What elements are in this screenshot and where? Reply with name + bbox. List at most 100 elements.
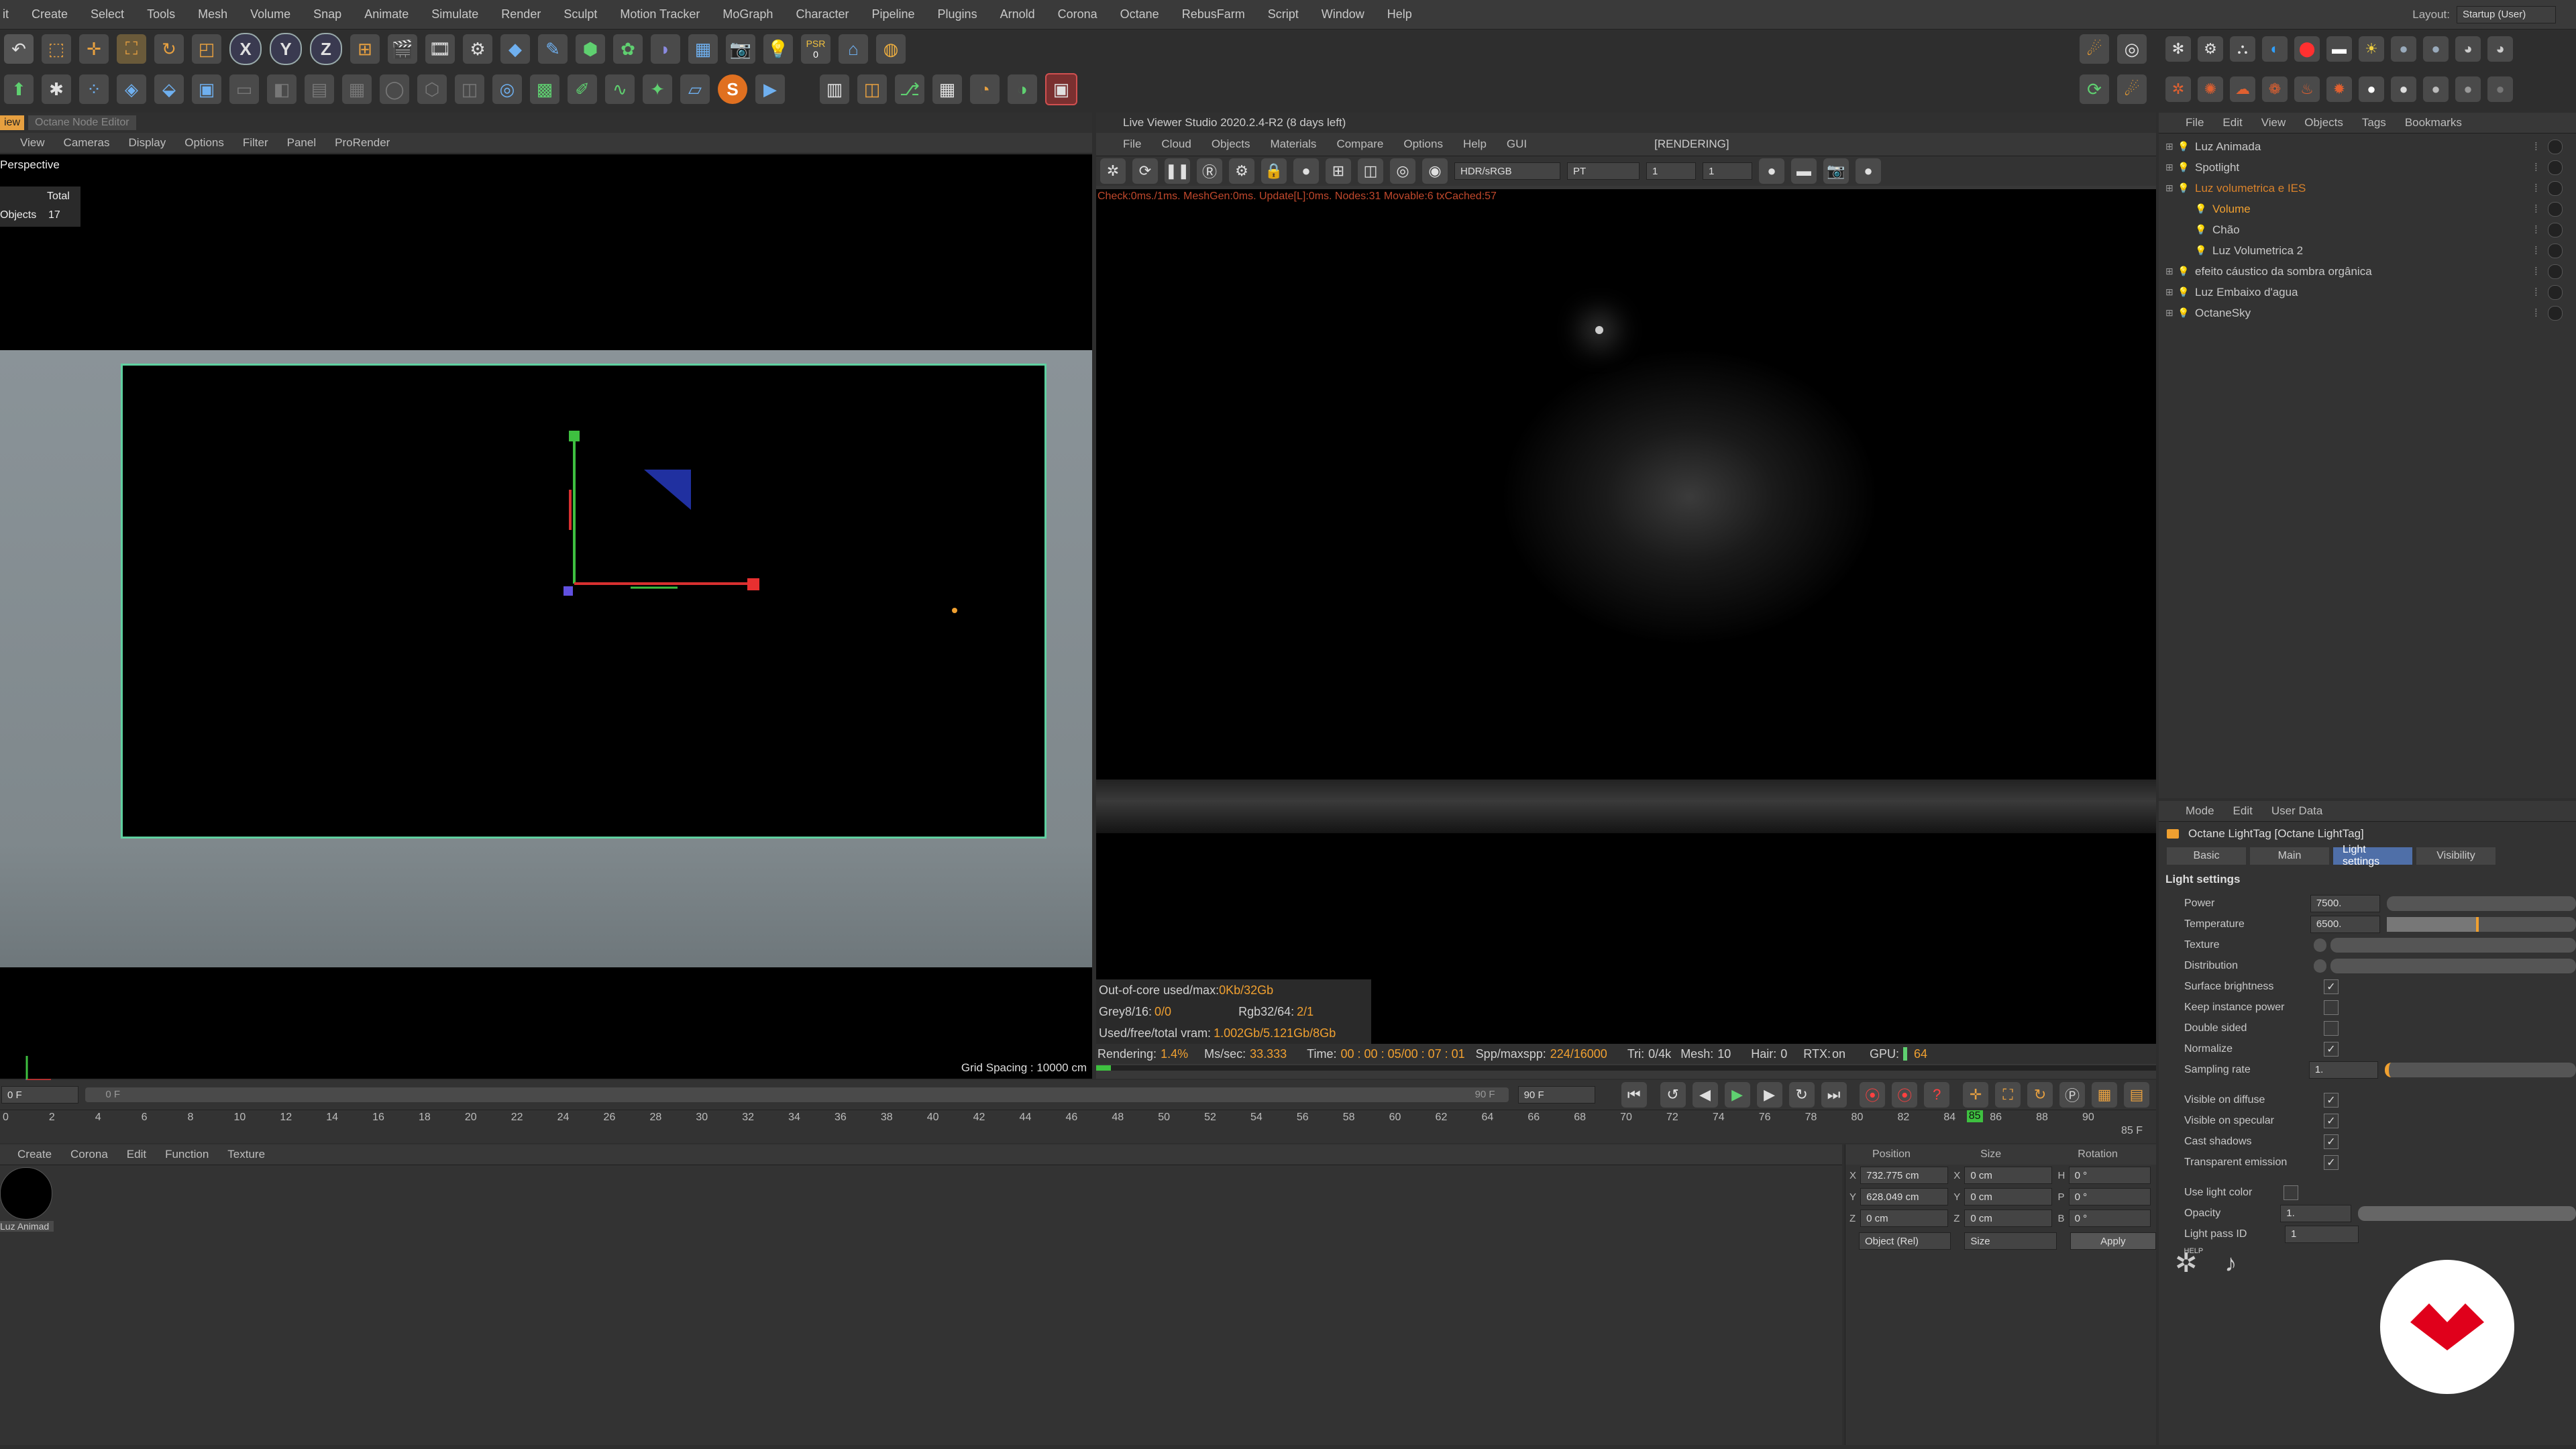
texture-slot[interactable] — [2330, 937, 2576, 953]
menu-item-materials[interactable]: Materials — [1270, 138, 1316, 151]
octane-target-icon[interactable]: ◎ — [2117, 34, 2147, 64]
menu-item-corona[interactable]: Corona — [70, 1148, 108, 1161]
perspective-viewport[interactable]: Perspective Total Objects 17 Grid Spacin… — [0, 154, 1092, 1088]
range-slider[interactable]: 0 F 90 F — [85, 1087, 1509, 1102]
expand-icon[interactable]: ⊞ — [2165, 141, 2178, 152]
object-row[interactable]: ⊞ 💡 OctaneSky ⁞ — [2159, 303, 2576, 323]
lv-lock-icon[interactable]: 🔒 — [1261, 158, 1287, 184]
menu-item-corona[interactable]: Corona — [1058, 7, 1097, 21]
step-forward-icon[interactable]: ▶ — [1756, 1082, 1782, 1108]
menu-item-filter[interactable]: Filter — [243, 136, 268, 150]
object-row[interactable]: 💡 Volume ⁞ — [2159, 199, 2576, 219]
lv-film-icon[interactable]: ▬ — [1791, 158, 1817, 184]
object-tag-icon[interactable] — [2548, 222, 2563, 237]
layout-timeline-icon[interactable]: ◔ — [970, 74, 1000, 104]
floor-icon[interactable]: ▦ — [688, 34, 718, 64]
octane-sphere1-icon[interactable]: ● — [2391, 36, 2416, 62]
timeline-ruler[interactable]: 0 2 4 6 8 10 12 14 16 18 20 22 24 26 28 30 32 34 36 38 40 42 4… — [0, 1110, 2156, 1137]
distribution-slot[interactable] — [2330, 958, 2576, 973]
temperature-slider[interactable] — [2387, 916, 2576, 932]
menu-item-options[interactable]: Options — [1403, 138, 1443, 151]
octane-fire-icon[interactable]: ☄ — [2117, 74, 2147, 104]
menu-item-prorender[interactable]: ProRender — [335, 136, 390, 150]
brush-icon[interactable]: ✐ — [568, 74, 597, 104]
size-mode-select[interactable]: Size — [1964, 1232, 2057, 1250]
octane-blue-icon[interactable]: ◐ — [2262, 36, 2288, 62]
lv-circle-icon[interactable]: ● — [1856, 158, 1881, 184]
menu-item-view[interactable]: View — [2261, 116, 2286, 129]
timeline-settings-icon[interactable]: ▤ — [2124, 1082, 2150, 1108]
octane-tool2-icon[interactable]: ✺ — [2198, 76, 2223, 102]
object-tag-icon[interactable] — [2548, 180, 2563, 196]
menu-item-tags[interactable]: Tags — [2362, 116, 2386, 129]
end-frame-field[interactable]: 90 F — [1517, 1086, 1595, 1104]
loop-icon[interactable]: ↺ — [1660, 1082, 1686, 1108]
deformer-icon[interactable]: ◗ — [651, 34, 680, 64]
menu-item-display[interactable]: Display — [129, 136, 166, 150]
menu-item-mode[interactable]: Mode — [2186, 804, 2214, 818]
layout-grid-icon[interactable]: ▦ — [932, 74, 962, 104]
lv-add-icon[interactable]: ⊞ — [1326, 158, 1351, 184]
expand-icon[interactable]: ⊞ — [2165, 286, 2178, 298]
transparent-emission-checkbox[interactable]: ✓ — [2324, 1155, 2339, 1170]
octane-tool5-icon[interactable]: ♨ — [2294, 76, 2320, 102]
object-tag-icon[interactable] — [2548, 305, 2563, 321]
use-light-color-checkbox[interactable] — [2284, 1185, 2298, 1200]
power-field[interactable]: 7500. — [2310, 894, 2381, 912]
material-swatch[interactable]: Luz Animad — [0, 1167, 54, 1232]
keep-instance-power-checkbox[interactable] — [2324, 1000, 2339, 1015]
menu-item-select[interactable]: Select — [91, 7, 124, 21]
octane-home-icon[interactable]: ⌂ — [839, 34, 868, 64]
menu-item-simulate[interactable]: Simulate — [431, 7, 478, 21]
layout-render-icon[interactable]: ▣ — [1045, 73, 1077, 105]
opacity-slider[interactable] — [2358, 1205, 2576, 1221]
sampling-rate-field[interactable]: 1. — [2308, 1061, 2379, 1079]
menu-item-script[interactable]: Script — [1268, 7, 1299, 21]
menu-item-file[interactable]: File — [1123, 138, 1141, 151]
lv-focus-icon[interactable]: ◎ — [1390, 158, 1415, 184]
tab-basic[interactable]: Basic — [2167, 847, 2246, 865]
step-back-icon[interactable]: ◀ — [1692, 1082, 1718, 1108]
cube-icon[interactable]: ◆ — [500, 34, 530, 64]
temperature-field[interactable]: 6500. — [2310, 915, 2381, 933]
key-help-icon[interactable]: ? — [1924, 1082, 1950, 1108]
rotation-field[interactable]: 0 ° — [2068, 1210, 2151, 1227]
sampling-rate-slider[interactable] — [2385, 1062, 2576, 1077]
key-position-icon[interactable]: ✛ — [1963, 1082, 1989, 1108]
menu-item-options[interactable]: Options — [184, 136, 224, 150]
sphere-icon[interactable]: ◯ — [380, 74, 409, 104]
menu-item-character[interactable]: Character — [796, 7, 849, 21]
texture-link-icon[interactable] — [2313, 938, 2326, 952]
tab-main[interactable]: Main — [2250, 847, 2329, 865]
start-frame-field[interactable]: 0 F — [1, 1086, 79, 1104]
plane-icon[interactable]: ▱ — [680, 74, 710, 104]
lv-region-icon[interactable]: Ⓡ — [1197, 158, 1222, 184]
layout-layers-icon[interactable]: ◫ — [857, 74, 887, 104]
rotation-field[interactable]: 0 ° — [2068, 1188, 2151, 1205]
size-field[interactable]: 0 cm — [1964, 1210, 2053, 1227]
menu-item-octane[interactable]: Octane — [1120, 7, 1159, 21]
expand-icon[interactable]: ⊞ — [2165, 266, 2178, 277]
camera-icon[interactable]: 📷 — [726, 34, 755, 64]
visibility-toggle-icon[interactable]: ⁞ — [2534, 182, 2548, 195]
expand-icon[interactable]: ⊞ — [2165, 182, 2178, 194]
menu-item-animate[interactable]: Animate — [364, 7, 409, 21]
axis-y-button[interactable]: Y — [270, 33, 302, 65]
lv-pause-icon[interactable]: ❚❚ — [1165, 158, 1190, 184]
menu-item-objects[interactable]: Objects — [1212, 138, 1250, 151]
render-view[interactable]: Check:0ms./1ms. MeshGen:0ms. Update[L]:0… — [1096, 189, 2243, 1044]
workplane-icon[interactable]: ▭ — [229, 74, 259, 104]
key-grid-icon[interactable]: ▦ — [2092, 1082, 2118, 1108]
move-icon[interactable]: ✛ — [79, 34, 109, 64]
octane-white-icon[interactable]: ▬ — [2326, 36, 2352, 62]
object-row[interactable]: 💡 Chão ⁞ — [2159, 219, 2576, 240]
globe-icon[interactable]: ◍ — [876, 34, 906, 64]
render-picture-icon[interactable]: 🎞 — [425, 34, 455, 64]
lv-restart-icon[interactable]: ⟳ — [1132, 158, 1158, 184]
menu-item-snap[interactable]: Snap — [313, 7, 341, 21]
octane-mat4-icon[interactable]: ● — [2455, 76, 2481, 102]
object-tag-icon[interactable] — [2548, 160, 2563, 175]
hair-icon[interactable]: ∿ — [605, 74, 635, 104]
octane-render-icon[interactable]: ☄ — [2080, 34, 2109, 64]
menu-item-edit[interactable]: Edit — [2222, 116, 2242, 129]
